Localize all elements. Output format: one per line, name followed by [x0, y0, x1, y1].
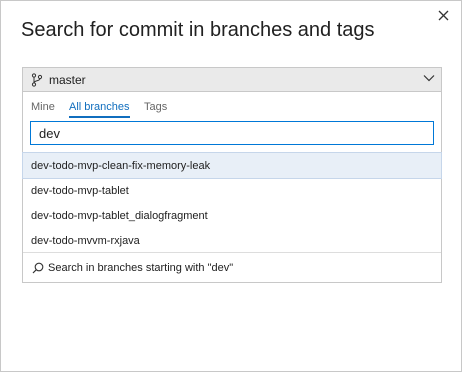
list-item[interactable]: dev-todo-mvp-clean-fix-memory-leak [22, 152, 442, 179]
branch-dropdown[interactable]: master [23, 68, 441, 92]
tab-all-branches[interactable]: All branches [69, 101, 130, 118]
branch-results-list: dev-todo-mvp-clean-fix-memory-leak dev-t… [22, 152, 442, 253]
list-item[interactable]: dev-todo-mvvm-rxjava [23, 228, 441, 253]
tab-tags[interactable]: Tags [144, 101, 167, 116]
branch-picker: master Mine All branches Tags dev-todo-m… [22, 67, 442, 283]
chevron-down-icon [423, 75, 435, 82]
branch-tabs: Mine All branches Tags [23, 97, 441, 118]
close-icon [438, 10, 448, 20]
search-icon [32, 262, 44, 274]
search-branches-link[interactable]: Search in branches starting with "dev" [23, 253, 441, 283]
selected-branch-label: master [49, 73, 86, 87]
search-commit-dialog: Search for commit in branches and tags m… [0, 0, 462, 372]
list-item[interactable]: dev-todo-mvp-tablet [23, 178, 441, 203]
branch-search-input[interactable] [30, 121, 434, 145]
search-branches-label: Search in branches starting with "dev" [48, 262, 234, 274]
dialog-title: Search for commit in branches and tags [21, 19, 375, 41]
close-button[interactable] [433, 5, 453, 25]
tab-mine[interactable]: Mine [31, 101, 55, 116]
list-item[interactable]: dev-todo-mvp-tablet_dialogfragment [23, 203, 441, 228]
branch-icon [31, 73, 43, 87]
